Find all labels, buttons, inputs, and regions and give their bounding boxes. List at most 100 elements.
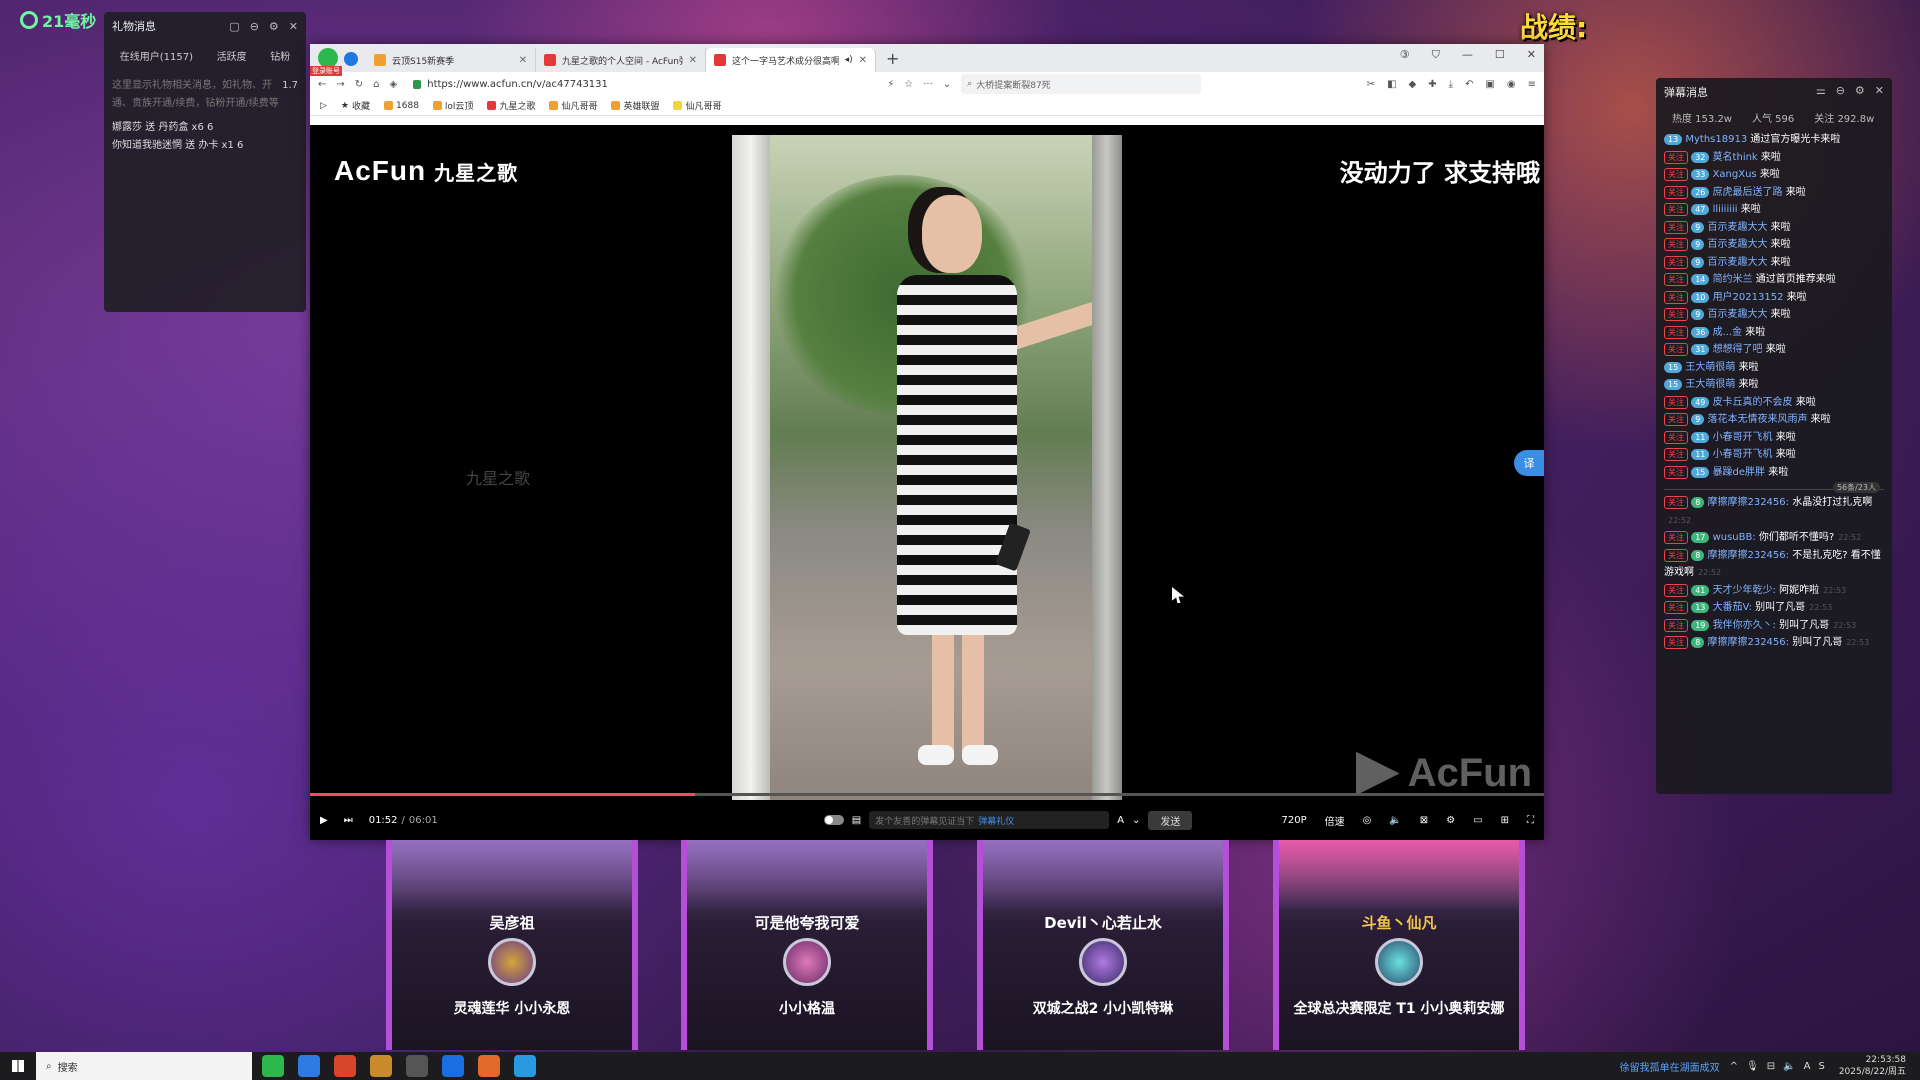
download-icon[interactable]: ⤓: [1449, 79, 1453, 90]
star-icon[interactable]: ☆: [904, 79, 913, 90]
briefcase-icon[interactable]: ▣: [1485, 79, 1494, 90]
speaker-icon[interactable]: ◂): [845, 55, 853, 65]
bookmark-item[interactable]: 英雄联盟: [611, 99, 659, 112]
next-icon[interactable]: ⏭: [344, 815, 353, 826]
follow-button[interactable]: 关注: [1664, 618, 1688, 632]
volume-icon[interactable]: 🔈: [1783, 1061, 1795, 1072]
lightning-icon[interactable]: ⚡: [887, 79, 894, 90]
follow-button[interactable]: 关注: [1664, 496, 1688, 509]
chat-username[interactable]: 摩擦摩擦232456:: [1707, 550, 1789, 561]
maximize-icon[interactable]: ☐: [1495, 48, 1505, 62]
browser-logo-icon[interactable]: [318, 48, 338, 68]
close-tab-icon[interactable]: ✕: [859, 55, 867, 66]
close-tab-icon[interactable]: ✕: [519, 55, 527, 66]
danmaku-etiquette-link[interactable]: 弹幕礼仪: [978, 814, 1014, 827]
follow-button[interactable]: 关注: [1664, 430, 1688, 444]
follow-button[interactable]: 关注: [1664, 343, 1688, 356]
chat-username[interactable]: 百示麦趣大大: [1707, 309, 1767, 320]
tab-activity[interactable]: 活跃度: [217, 48, 247, 63]
settings-icon[interactable]: ⚙: [269, 20, 279, 33]
settings-icon[interactable]: ⚙: [1855, 84, 1865, 100]
bookmark-item[interactable]: 仙凡哥哥: [673, 99, 722, 112]
follow-button[interactable]: 关注: [1664, 636, 1688, 649]
chat-username[interactable]: Myths18913: [1685, 134, 1747, 145]
shirt-icon[interactable]: ⛉: [1432, 48, 1440, 62]
danmaku-toggle[interactable]: [823, 815, 844, 825]
tray-chevron-icon[interactable]: ^: [1730, 1061, 1738, 1072]
url-field[interactable]: https://www.acfun.cn/v/ac47743131: [407, 74, 877, 94]
back-icon[interactable]: ←: [318, 79, 326, 90]
music-ticker[interactable]: 徐留我孤单在湖面成双: [1620, 1059, 1720, 1074]
tab-diamond-fans[interactable]: 钻粉: [270, 48, 290, 63]
game-app-icon[interactable]: [334, 1055, 356, 1077]
menu-icon[interactable]: ≡: [1528, 79, 1536, 90]
follow-button[interactable]: 关注: [1664, 548, 1688, 562]
chat-username[interactable]: 简约米兰: [1713, 274, 1753, 285]
settings-icon[interactable]: ⚙: [1446, 815, 1455, 826]
close-icon[interactable]: ✕: [1875, 84, 1884, 100]
fox-icon[interactable]: ◆: [1409, 79, 1417, 90]
follow-button[interactable]: 关注: [1664, 413, 1688, 426]
follow-button[interactable]: 关注: [1664, 255, 1688, 269]
obs-app-icon[interactable]: [370, 1055, 392, 1077]
file-app-icon[interactable]: [298, 1055, 320, 1077]
follow-button[interactable]: 关注: [1664, 395, 1688, 409]
undo-icon[interactable]: ↶: [1465, 79, 1473, 90]
danmaku-settings-icon[interactable]: ▤: [852, 815, 861, 826]
search-input[interactable]: ⌕ 大桥提案断裂87死: [961, 74, 1202, 94]
mic-icon[interactable]: 🎙: [1746, 1061, 1759, 1072]
browser-app-icon[interactable]: [262, 1055, 284, 1077]
pin-icon[interactable]: ▢: [229, 20, 239, 33]
lol-app-icon[interactable]: [514, 1055, 536, 1077]
font-icon[interactable]: A: [1117, 815, 1124, 826]
send-button[interactable]: 发送: [1148, 810, 1193, 830]
forward-icon[interactable]: →: [336, 79, 344, 90]
follow-button[interactable]: 关注: [1664, 273, 1688, 286]
chat-username[interactable]: 成...金: [1713, 327, 1743, 338]
follow-button[interactable]: 关注: [1664, 168, 1688, 181]
bookmark-item[interactable]: ★ 收藏: [341, 99, 370, 113]
tab-online-users[interactable]: 在线用户(1157): [120, 48, 193, 63]
follow-button[interactable]: 关注: [1664, 325, 1688, 339]
fox-app-icon[interactable]: [478, 1055, 500, 1077]
chat-username[interactable]: 小春哥开飞机: [1713, 432, 1773, 443]
quality-button[interactable]: 720P: [1281, 815, 1306, 826]
follow-button[interactable]: 关注: [1664, 448, 1688, 461]
extension-icon[interactable]: ◧: [1387, 79, 1396, 90]
chat-username[interactable]: 落花本无情夜来风雨声: [1707, 414, 1807, 425]
follow-button[interactable]: 关注: [1664, 583, 1688, 597]
fullscreen-icon[interactable]: ⛶: [1527, 815, 1534, 826]
chat-username[interactable]: 莫名think: [1713, 152, 1758, 163]
chat-username[interactable]: lliiiiiii: [1713, 204, 1738, 215]
antivirus-icon[interactable]: S: [1818, 1061, 1824, 1072]
start-button[interactable]: [0, 1052, 36, 1080]
chat-username[interactable]: 大番茄V:: [1713, 602, 1752, 613]
chat-username[interactable]: 我伴你亦久丶:: [1713, 620, 1776, 631]
network-icon[interactable]: ⊟: [1767, 1061, 1775, 1072]
scissors-icon[interactable]: ✂: [1367, 79, 1375, 90]
follow-button[interactable]: 关注: [1664, 220, 1688, 234]
volume-icon[interactable]: 🔈: [1389, 815, 1401, 826]
browser-tab[interactable]: 九星之歌的个人空间 - AcFun弹... ✕: [536, 48, 706, 72]
chat-username[interactable]: 摩擦摩擦232456:: [1707, 497, 1789, 508]
follow-button[interactable]: 关注: [1664, 601, 1688, 614]
chat-username[interactable]: 庶虎最后送了路: [1713, 187, 1783, 198]
chevron-icon[interactable]: ⌄: [1132, 815, 1140, 826]
chat-username[interactable]: 皮卡丘真的不会皮: [1713, 397, 1793, 408]
bookmark-item[interactable]: 九星之歌: [487, 99, 535, 112]
reload-icon[interactable]: ↻: [355, 79, 363, 90]
clock[interactable]: 22:53:58 2025/8/22/周五: [1839, 1054, 1906, 1078]
chat-username[interactable]: 王大萌很萌: [1685, 362, 1735, 373]
follow-button[interactable]: 关注: [1664, 290, 1688, 304]
follow-button[interactable]: 关注: [1664, 203, 1688, 216]
ai-icon[interactable]: ◈: [390, 79, 398, 90]
close-tab-icon[interactable]: ✕: [689, 55, 697, 66]
browser-tab-active[interactable]: 这个一字马艺术成分很高啊 ◂) ✕: [706, 48, 876, 72]
chat-username[interactable]: 暴躁de胖胖: [1713, 467, 1766, 478]
bookmark-item[interactable]: lol云顶: [432, 99, 473, 112]
lock-icon[interactable]: ⊖: [250, 20, 259, 33]
close-window-icon[interactable]: ✕: [1527, 48, 1536, 62]
puzzle-icon[interactable]: ✚: [1428, 79, 1436, 90]
play-icon[interactable]: ▶: [320, 815, 328, 826]
home-icon[interactable]: ⌂: [373, 79, 379, 90]
